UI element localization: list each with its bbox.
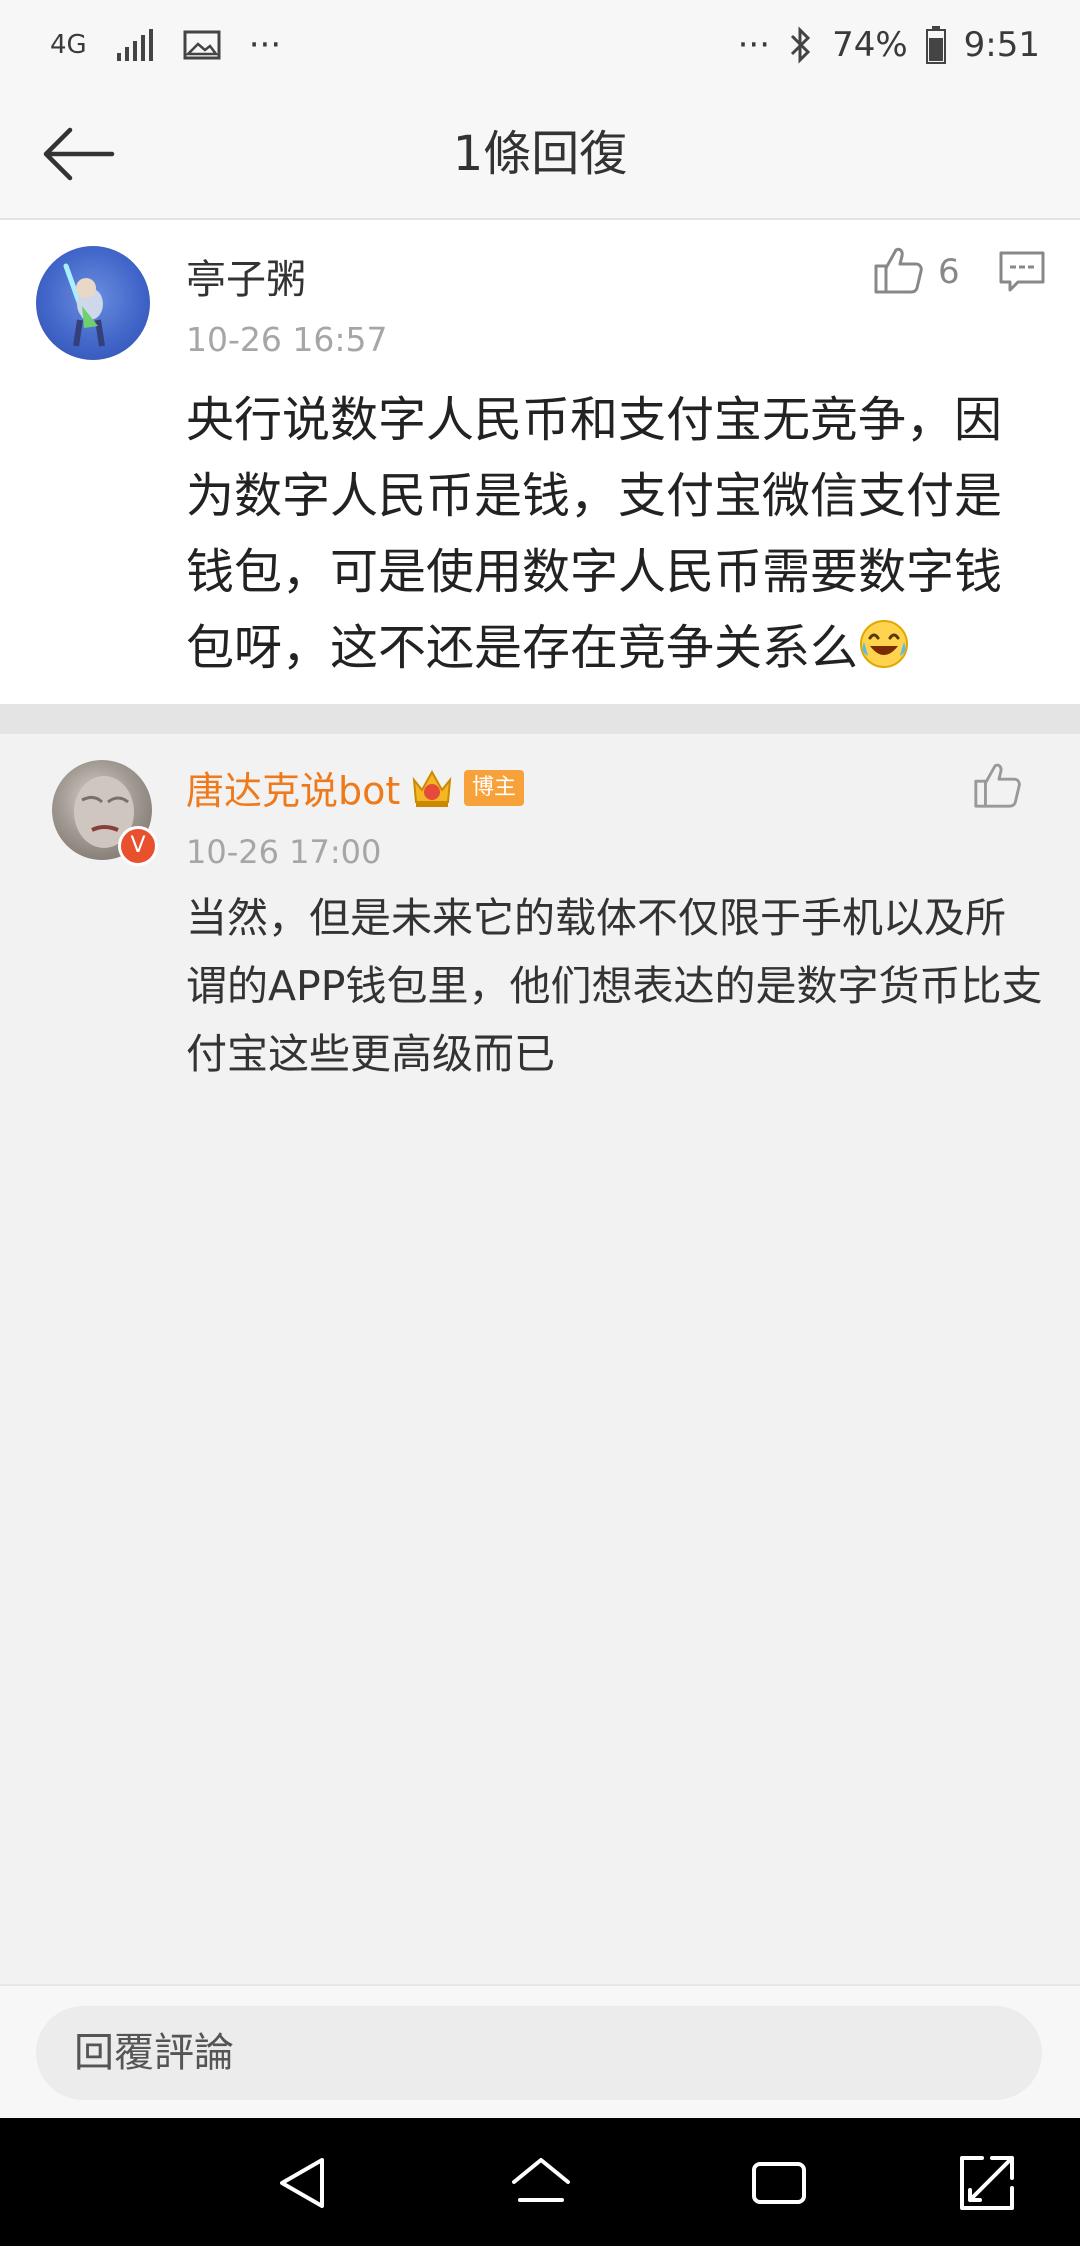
network-type-label: 4G — [50, 30, 87, 60]
status-left: 4G ··· — [50, 22, 281, 68]
comment-icon[interactable] — [998, 250, 1046, 294]
comment-content: 央行说数字人民币和支付宝无竞争，因为数字人民币是钱，支付宝微信支付是钱包，可是使… — [186, 382, 1036, 686]
username[interactable]: 亭子粥 — [186, 252, 306, 308]
reply-input[interactable]: 回覆評論 — [36, 2006, 1042, 2100]
battery-percent: 74% — [832, 25, 908, 65]
status-bar: 4G ··· ··· 74% 9:51 — [0, 0, 1080, 90]
laughing-emoji-icon — [860, 620, 909, 668]
bluetooth-icon — [791, 26, 811, 64]
status-right: ··· 74% 9:51 — [738, 22, 1040, 68]
header: 1條回復 — [0, 90, 1080, 220]
nav-expand-icon[interactable] — [956, 2152, 1018, 2214]
blogger-badge: 博主 — [464, 770, 525, 806]
nav-back-icon[interactable] — [272, 2152, 334, 2214]
main-comment: 亭子粥 10-26 16:57 6 央行说数字人民币和支付宝无竞争，因为数字人民… — [0, 220, 1080, 704]
reply-input-bar: 回覆評論 — [0, 1984, 1080, 2120]
reply-time: 10-26 17:00 — [186, 833, 382, 871]
username[interactable]: 唐达克说bot — [186, 762, 400, 820]
more-status: ··· — [737, 25, 771, 65]
battery-icon — [925, 26, 946, 64]
comment-time: 10-26 16:57 — [186, 320, 388, 359]
like-count: 6 — [938, 252, 960, 292]
page-title: 1條回復 — [452, 126, 628, 182]
reply-list: V 唐达克说bot 博主 10-26 17:00 当然，但是未来它的载体不仅限于… — [0, 734, 1080, 1984]
nav-recent-icon[interactable] — [748, 2152, 810, 2214]
crown-icon[interactable] — [408, 764, 456, 812]
avatar-figure-icon — [63, 263, 105, 347]
avatar[interactable] — [36, 246, 150, 360]
clock: 9:51 — [963, 25, 1040, 65]
reply-content: 当然，但是未来它的载体不仅限于手机以及所谓的APP钱包里，他们想表达的是数字货币… — [186, 894, 1043, 1078]
verified-badge: V — [118, 826, 158, 866]
more-notifications: ··· — [248, 25, 282, 65]
thumb-up-icon[interactable] — [872, 244, 924, 296]
image-icon — [183, 30, 221, 60]
section-divider — [0, 704, 1080, 734]
signal-icon — [116, 29, 153, 61]
thumb-up-icon[interactable] — [972, 760, 1022, 810]
system-nav-bar — [0, 2118, 1080, 2246]
nav-home-icon[interactable] — [510, 2152, 572, 2214]
